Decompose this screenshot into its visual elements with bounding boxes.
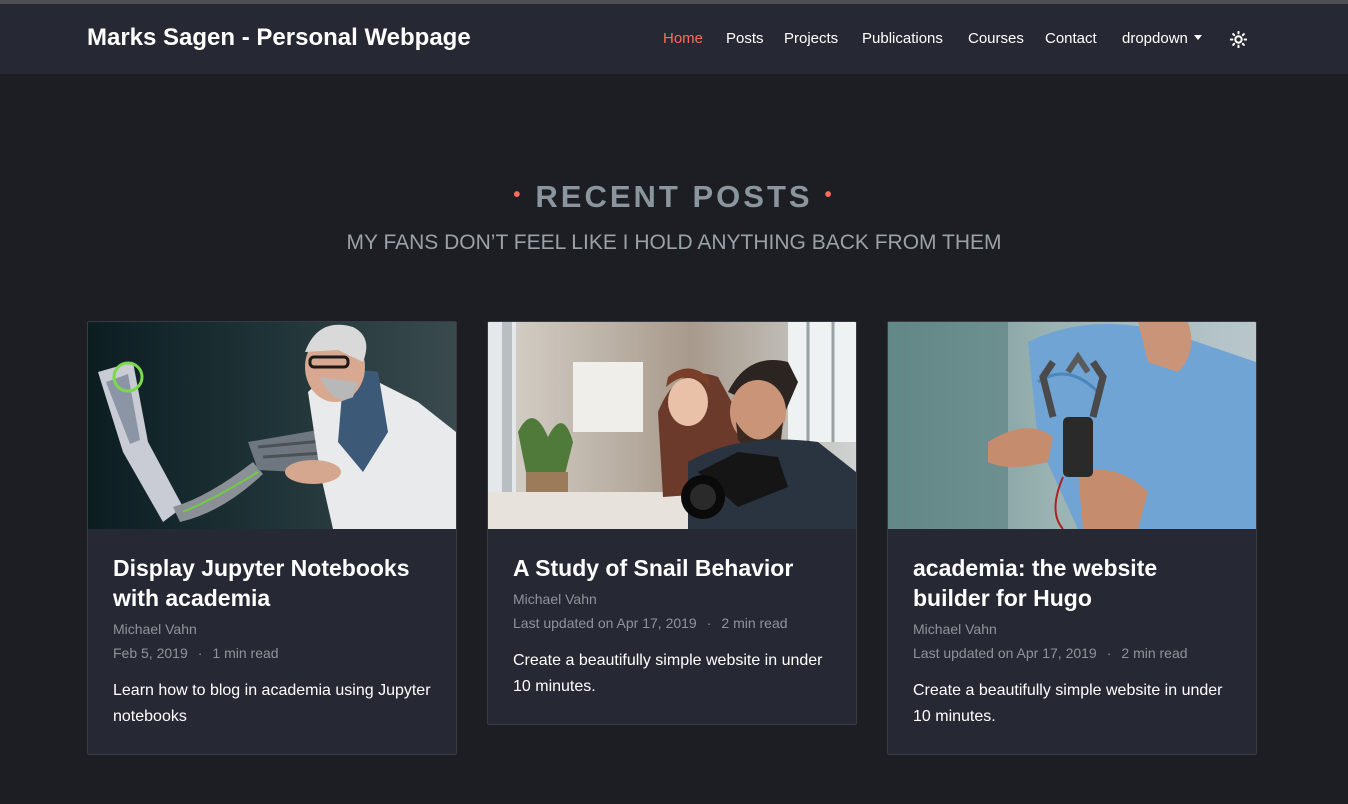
navbar: Marks Sagen - Personal Webpage Home Post…: [0, 4, 1348, 74]
post-author[interactable]: Michael Vahn: [913, 617, 1232, 641]
man-holding-robot-claw-photo[interactable]: [888, 322, 1256, 529]
meta-separator: ·: [197, 645, 203, 661]
post-meta: Last updated on Apr 17, 2019 · 2 min read: [513, 611, 832, 635]
post-date: Last updated on Apr 17, 2019: [513, 615, 697, 631]
post-title-link[interactable]: A Study of Snail Behavior: [513, 553, 832, 583]
meta-separator: ·: [706, 615, 712, 631]
nav-home[interactable]: Home: [663, 30, 703, 47]
meta-separator: ·: [1106, 645, 1112, 661]
nav-publications[interactable]: Publications: [862, 30, 943, 47]
caret-down-icon: [1193, 35, 1202, 40]
title-dot-right: •: [824, 184, 835, 206]
post-card: academia: the website builder for Hugo M…: [887, 321, 1257, 755]
people-with-camera-photo[interactable]: [488, 322, 856, 529]
post-card: Display Jupyter Notebooks with academia …: [87, 321, 457, 755]
post-read-time: 2 min read: [1121, 645, 1188, 661]
post-meta: Feb 5, 2019 · 1 min read: [113, 641, 432, 665]
post-meta: Last updated on Apr 17, 2019 · 2 min read: [913, 641, 1232, 665]
nav-projects[interactable]: Projects: [784, 30, 838, 47]
nav-courses[interactable]: Courses: [968, 30, 1024, 47]
post-date: Feb 5, 2019: [113, 645, 188, 661]
post-card: A Study of Snail Behavior Michael Vahn L…: [487, 321, 857, 725]
nav-dropdown-label: dropdown: [1122, 30, 1188, 47]
post-read-time: 2 min read: [721, 615, 788, 631]
post-date: Last updated on Apr 17, 2019: [913, 645, 1097, 661]
post-summary: Create a beautifully simple website in u…: [513, 652, 823, 695]
post-read-time: 1 min read: [212, 645, 279, 661]
post-summary: Create a beautifully simple website in u…: [913, 682, 1223, 725]
card-body: A Study of Snail Behavior Michael Vahn L…: [488, 529, 856, 724]
card-body: Display Jupyter Notebooks with academia …: [88, 529, 456, 754]
post-summary: Learn how to blog in academia using Jupy…: [113, 682, 431, 725]
nav-dropdown[interactable]: dropdown: [1122, 30, 1202, 47]
post-title-link[interactable]: Display Jupyter Notebooks with academia: [113, 553, 432, 613]
section-title-text: RECENT POSTS: [535, 179, 813, 214]
site-brand[interactable]: Marks Sagen - Personal Webpage: [87, 24, 471, 52]
nav-contact[interactable]: Contact: [1045, 30, 1097, 47]
nav-posts[interactable]: Posts: [726, 30, 764, 47]
sun-icon[interactable]: [1229, 30, 1248, 49]
post-author[interactable]: Michael Vahn: [113, 617, 432, 641]
section-subtitle: MY FANS DON’T FEEL LIKE I HOLD ANYTHING …: [346, 231, 1002, 254]
title-dot-left: •: [513, 184, 524, 206]
scientist-robotic-hand-photo[interactable]: [88, 322, 456, 529]
post-author[interactable]: Michael Vahn: [513, 587, 832, 611]
section-title: • RECENT POSTS •: [0, 179, 1348, 215]
card-body: academia: the website builder for Hugo M…: [888, 529, 1256, 754]
post-title-link[interactable]: academia: the website builder for Hugo: [913, 553, 1232, 613]
